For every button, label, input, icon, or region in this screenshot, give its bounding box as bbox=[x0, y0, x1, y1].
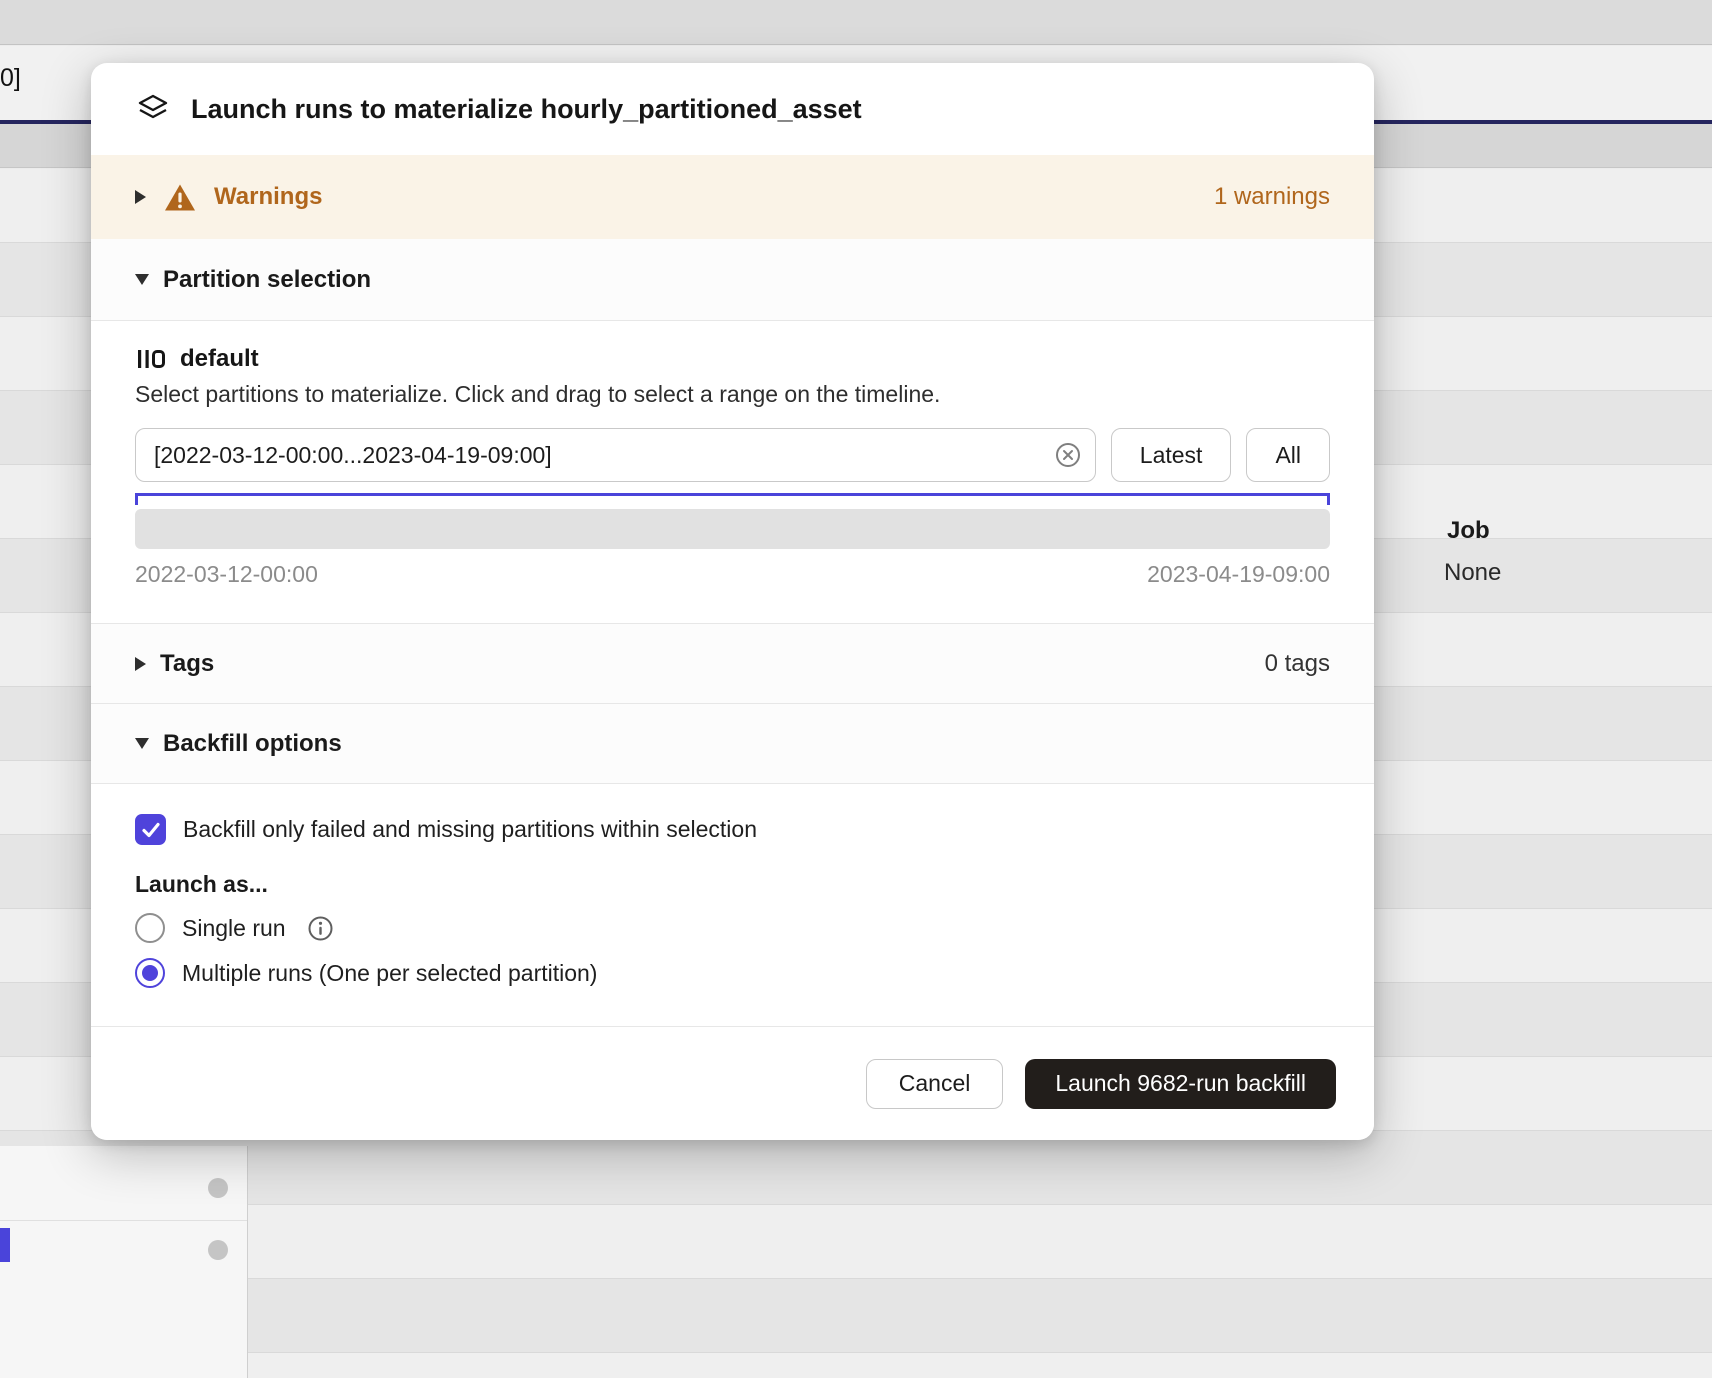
backfill-options-body: Backfill only failed and missing partiti… bbox=[91, 784, 1374, 1026]
multiple-runs-label: Multiple runs (One per selected partitio… bbox=[182, 960, 597, 987]
launch-backfill-dialog: Launch runs to materialize hourly_partit… bbox=[91, 63, 1374, 1140]
chevron-down-icon bbox=[135, 274, 149, 285]
tags-section-header[interactable]: Tags 0 tags bbox=[91, 623, 1374, 704]
warnings-count: 1 warnings bbox=[1214, 183, 1330, 211]
partition-selection-description: Select partitions to materialize. Click … bbox=[135, 381, 1330, 408]
partition-dimension-name: default bbox=[180, 345, 259, 373]
cancel-button[interactable]: Cancel bbox=[866, 1059, 1004, 1109]
warnings-label: Warnings bbox=[214, 183, 322, 211]
timeline-end-label: 2023-04-19-09:00 bbox=[1147, 561, 1330, 588]
background-top-band bbox=[0, 0, 1712, 45]
chevron-down-icon bbox=[135, 738, 149, 749]
dialog-header: Launch runs to materialize hourly_partit… bbox=[91, 63, 1374, 155]
dialog-title: Launch runs to materialize hourly_partit… bbox=[191, 94, 862, 125]
latest-button[interactable]: Latest bbox=[1111, 428, 1232, 482]
multiple-runs-radio[interactable] bbox=[135, 958, 165, 988]
launch-backfill-button[interactable]: Launch 9682-run backfill bbox=[1025, 1059, 1336, 1109]
tags-count: 0 tags bbox=[1265, 650, 1330, 678]
status-dot bbox=[208, 1178, 228, 1198]
background-partial-text: 0] bbox=[0, 64, 21, 93]
partition-set-icon bbox=[135, 345, 167, 373]
all-button[interactable]: All bbox=[1246, 428, 1330, 482]
partition-range-input[interactable] bbox=[135, 428, 1096, 482]
backfill-only-failed-checkbox[interactable] bbox=[135, 814, 166, 845]
timeline-start-label: 2022-03-12-00:00 bbox=[135, 561, 318, 588]
info-icon[interactable] bbox=[307, 915, 334, 942]
background-job-column-header: Job bbox=[1447, 517, 1490, 545]
partition-selection-body: default Select partitions to materialize… bbox=[91, 321, 1374, 623]
partition-timeline[interactable] bbox=[135, 509, 1330, 549]
dialog-footer: Cancel Launch 9682-run backfill bbox=[91, 1026, 1374, 1140]
warning-triangle-icon bbox=[164, 183, 196, 212]
timeline-selection-bracket bbox=[135, 493, 1330, 505]
check-icon bbox=[140, 819, 162, 841]
chevron-right-icon bbox=[135, 190, 146, 204]
background-selection-indicator bbox=[0, 1228, 10, 1262]
backfill-options-header[interactable]: Backfill options bbox=[91, 704, 1374, 784]
single-run-label: Single run bbox=[182, 915, 286, 942]
backfill-checkbox-label: Backfill only failed and missing partiti… bbox=[183, 816, 757, 843]
background-bottom-left-panel bbox=[0, 1146, 248, 1378]
backfill-options-title: Backfill options bbox=[163, 730, 342, 758]
background-panel-divider bbox=[0, 1220, 247, 1221]
materialize-layers-icon bbox=[135, 91, 171, 127]
tags-title: Tags bbox=[160, 650, 214, 678]
warnings-section-header[interactable]: Warnings 1 warnings bbox=[91, 155, 1374, 239]
launch-as-label: Launch as... bbox=[135, 871, 1330, 898]
clear-selection-icon[interactable] bbox=[1054, 441, 1082, 469]
partition-selection-title: Partition selection bbox=[163, 266, 371, 294]
background-job-value: None bbox=[1444, 559, 1501, 587]
status-dot bbox=[208, 1240, 228, 1260]
partition-selection-header[interactable]: Partition selection bbox=[91, 239, 1374, 321]
chevron-right-icon bbox=[135, 657, 146, 671]
single-run-radio[interactable] bbox=[135, 913, 165, 943]
